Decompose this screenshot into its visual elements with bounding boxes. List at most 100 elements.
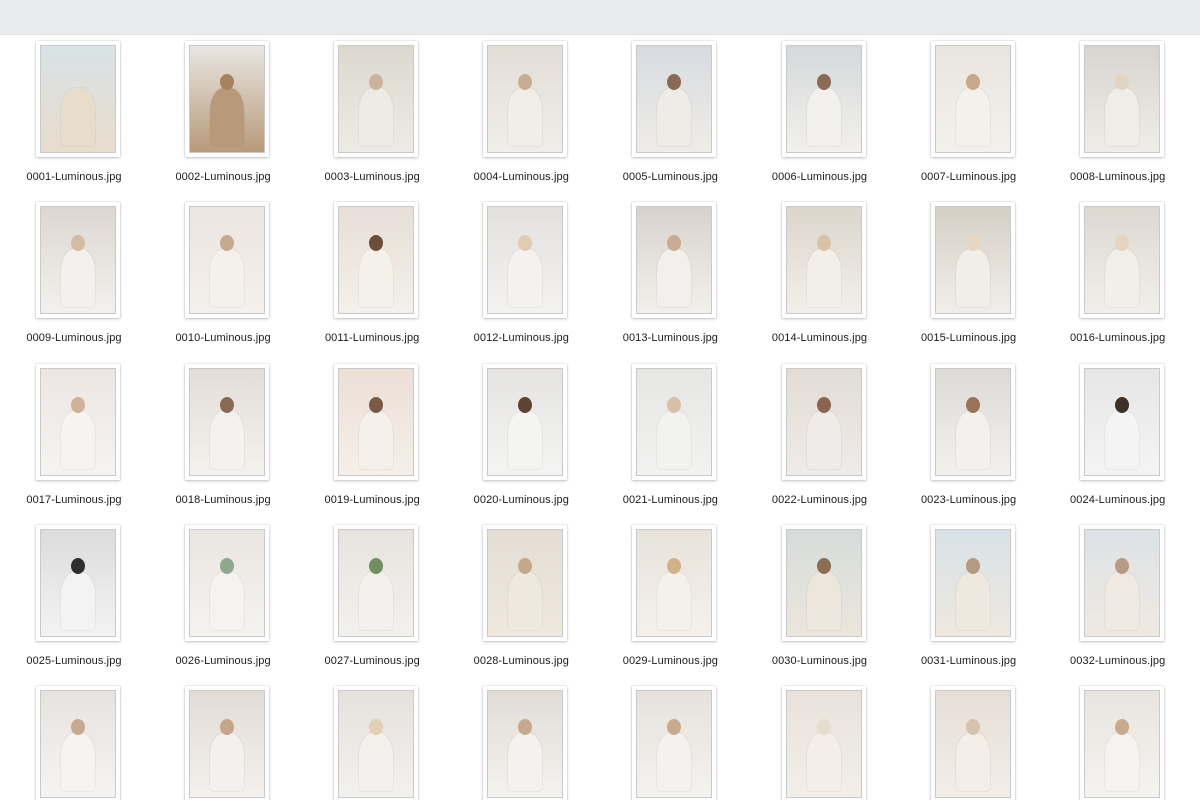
file-item[interactable]: 0009-Luminous.jpg (0, 195, 148, 356)
photo-subject (359, 410, 394, 469)
photo-subject (61, 410, 95, 469)
file-item[interactable]: 0006-Luminous.jpg (746, 34, 894, 195)
file-item[interactable]: 0023-Luminous.jpg (895, 357, 1043, 518)
file-item[interactable]: 0003-Luminous.jpg (298, 34, 446, 195)
file-name-label: 0018-Luminous.jpg (175, 493, 271, 506)
photo-subject (806, 249, 841, 308)
file-item[interactable] (447, 679, 595, 800)
file-thumbnail[interactable] (483, 363, 568, 480)
file-item[interactable]: 0030-Luminous.jpg (746, 518, 894, 679)
file-item[interactable]: 0010-Luminous.jpg (149, 195, 297, 356)
file-item[interactable]: 0027-Luminous.jpg (298, 518, 446, 679)
file-item[interactable]: 0031-Luminous.jpg (895, 518, 1043, 679)
file-thumbnail[interactable] (185, 41, 270, 157)
photo-subject (508, 249, 543, 308)
photo-subject-head (1114, 235, 1129, 252)
file-thumbnail[interactable] (1079, 41, 1164, 157)
file-thumbnail[interactable] (1079, 363, 1164, 480)
file-item[interactable]: 0007-Luminous.jpg (895, 34, 1043, 195)
file-thumbnail[interactable] (632, 41, 717, 157)
file-thumbnail[interactable] (930, 524, 1015, 641)
file-thumbnail[interactable] (483, 686, 568, 800)
file-thumbnail[interactable] (483, 202, 568, 319)
file-thumbnail[interactable] (930, 686, 1015, 800)
file-item[interactable]: 0018-Luminous.jpg (149, 357, 297, 518)
file-thumbnail[interactable] (185, 524, 270, 641)
file-item[interactable]: 0025-Luminous.jpg (0, 518, 148, 679)
file-item[interactable]: 0012-Luminous.jpg (447, 195, 595, 356)
file-item[interactable]: 0024-Luminous.jpg (1044, 357, 1192, 518)
file-thumbnail[interactable] (334, 686, 419, 800)
file-thumbnail[interactable] (185, 363, 270, 480)
photo-preview (487, 367, 564, 476)
file-thumbnail[interactable] (632, 363, 717, 480)
file-thumbnail[interactable] (185, 202, 270, 319)
file-item[interactable]: 0019-Luminous.jpg (298, 357, 446, 518)
file-thumbnail[interactable] (632, 202, 717, 319)
file-item[interactable] (0, 679, 148, 800)
photo-subject (657, 88, 692, 146)
file-thumbnail[interactable] (334, 202, 419, 319)
file-thumbnail[interactable] (632, 524, 717, 641)
file-thumbnail[interactable] (36, 202, 120, 319)
file-thumbnail[interactable] (36, 41, 120, 157)
file-item[interactable] (298, 679, 446, 800)
file-item[interactable]: 0022-Luminous.jpg (746, 357, 894, 518)
file-item[interactable] (149, 679, 297, 800)
file-item[interactable]: 0001-Luminous.jpg (0, 34, 148, 195)
photo-preview (338, 206, 415, 315)
file-name-label: 0003-Luminous.jpg (324, 171, 420, 183)
finder-toolbar (0, 0, 1200, 35)
file-thumbnail[interactable] (930, 202, 1015, 319)
file-thumbnail[interactable] (781, 363, 866, 480)
file-item[interactable]: 0014-Luminous.jpg (746, 195, 894, 356)
file-thumbnail[interactable] (781, 686, 866, 800)
file-thumbnail[interactable] (781, 41, 866, 157)
file-item[interactable]: 0020-Luminous.jpg (447, 357, 595, 518)
file-thumbnail[interactable] (36, 363, 120, 480)
file-thumbnail[interactable] (36, 686, 120, 800)
file-thumbnail[interactable] (334, 524, 419, 641)
file-thumbnail[interactable] (36, 524, 120, 641)
file-item[interactable]: 0013-Luminous.jpg (596, 195, 744, 356)
file-item[interactable] (596, 679, 744, 800)
file-item[interactable] (746, 679, 894, 800)
file-item[interactable]: 0017-Luminous.jpg (0, 357, 148, 518)
file-thumbnail[interactable] (781, 524, 866, 641)
file-item[interactable]: 0015-Luminous.jpg (895, 195, 1043, 356)
file-thumbnail[interactable] (1079, 202, 1164, 319)
file-thumbnail[interactable] (334, 41, 419, 157)
file-name-label: 0026-Luminous.jpg (175, 654, 271, 667)
photo-preview (785, 367, 862, 476)
file-thumbnail[interactable] (632, 686, 717, 800)
photo-subject-head (369, 557, 384, 574)
file-item[interactable]: 0016-Luminous.jpg (1044, 195, 1192, 356)
file-item[interactable]: 0029-Luminous.jpg (596, 518, 744, 679)
file-thumbnail[interactable] (1079, 524, 1164, 641)
file-thumbnail[interactable] (483, 41, 568, 157)
file-item[interactable]: 0021-Luminous.jpg (596, 357, 744, 518)
file-name-label: 0029-Luminous.jpg (622, 654, 719, 667)
file-name-label: 0020-Luminous.jpg (473, 493, 569, 506)
file-thumbnail[interactable] (334, 363, 419, 480)
file-thumbnail[interactable] (483, 524, 568, 641)
file-thumbnail[interactable] (930, 41, 1015, 157)
file-item[interactable] (895, 679, 1043, 800)
photo-subject (359, 88, 394, 146)
file-item[interactable]: 0028-Luminous.jpg (447, 518, 595, 679)
file-item[interactable]: 0002-Luminous.jpg (149, 34, 297, 195)
file-item[interactable]: 0011-Luminous.jpg (298, 195, 446, 356)
file-item[interactable]: 0032-Luminous.jpg (1044, 518, 1192, 679)
file-thumbnail[interactable] (1079, 686, 1164, 800)
file-item[interactable]: 0008-Luminous.jpg (1044, 34, 1192, 195)
file-thumbnail[interactable] (930, 363, 1015, 480)
file-item[interactable] (1044, 679, 1192, 800)
file-thumbnail[interactable] (781, 202, 866, 319)
file-item[interactable]: 0026-Luminous.jpg (149, 518, 297, 679)
file-icon-grid: 0001-Luminous.jpg 0002-Luminous.jpg 0003-L… (0, 34, 1200, 800)
file-thumbnail[interactable] (185, 686, 270, 800)
file-name-label: 0008-Luminous.jpg (1070, 171, 1166, 183)
file-item[interactable]: 0004-Luminous.jpg (447, 34, 595, 195)
file-item[interactable]: 0005-Luminous.jpg (596, 34, 744, 195)
file-name-label: 0011-Luminous.jpg (324, 332, 420, 345)
